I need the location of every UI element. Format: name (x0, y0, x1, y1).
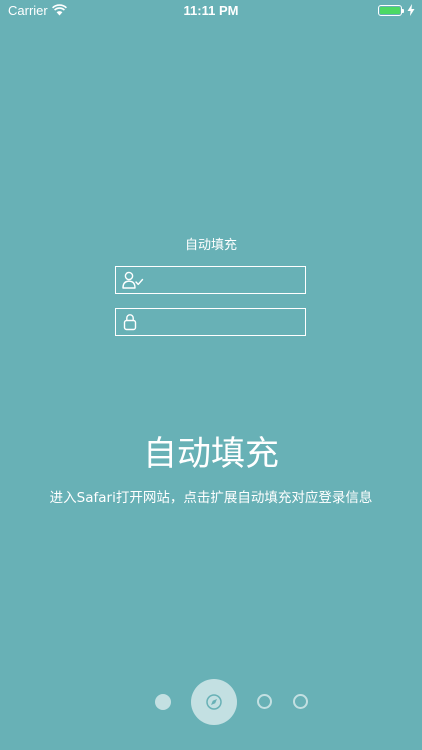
user-check-icon (122, 271, 144, 289)
charging-icon (407, 4, 415, 16)
status-bar: Carrier 11:11 PM (0, 0, 422, 22)
clock: 11:11 PM (183, 3, 239, 18)
form-title: 自动填充 (184, 238, 237, 253)
password-input[interactable] (146, 309, 301, 337)
compass-icon (206, 694, 222, 710)
hero-title: 自动填充 (143, 434, 279, 474)
hero-subtitle: 进入Safari打开网站，点击扩展自动填充对应登录信息 (49, 490, 373, 506)
battery-icon (378, 5, 404, 16)
page-indicator-2-active[interactable] (191, 679, 237, 725)
password-field[interactable] (115, 308, 306, 337)
battery-level (380, 7, 400, 14)
page-indicator-4[interactable] (293, 694, 308, 709)
page-indicator-1[interactable] (155, 694, 171, 710)
username-input[interactable] (146, 267, 301, 295)
lock-icon (123, 314, 137, 331)
username-field[interactable] (115, 266, 306, 295)
page-indicator-3[interactable] (257, 694, 272, 709)
